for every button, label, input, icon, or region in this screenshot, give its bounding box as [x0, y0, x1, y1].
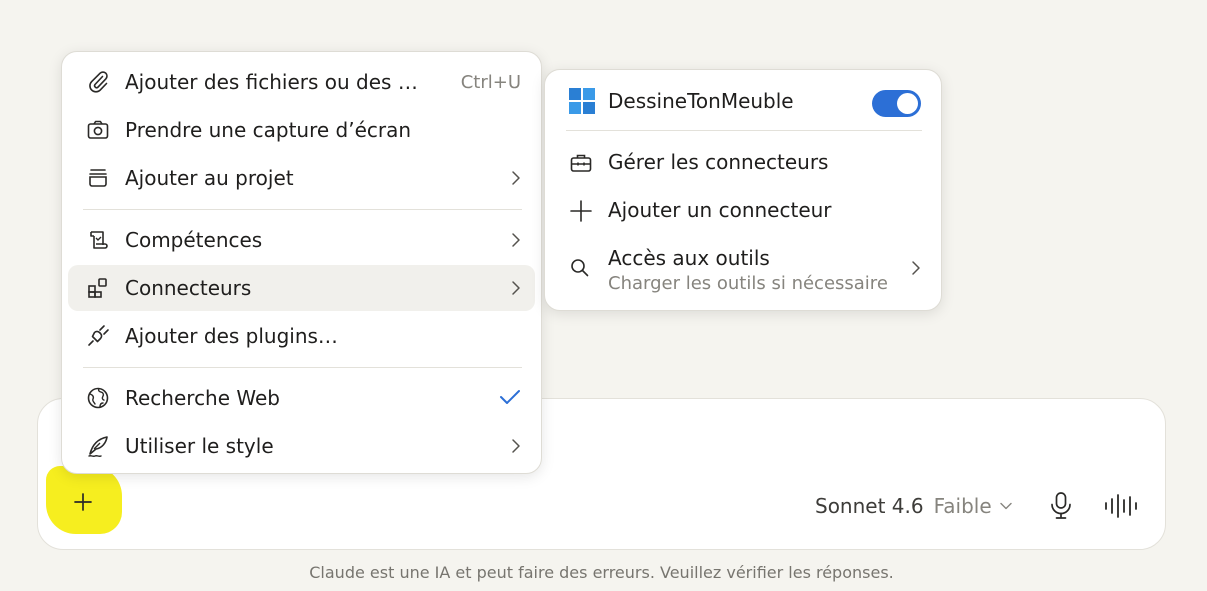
checkmark-icon: [499, 388, 521, 410]
chevron-right-icon: [511, 438, 521, 458]
model-selector[interactable]: Sonnet 4.6 Faible: [815, 490, 1012, 522]
chevron-down-icon: [999, 502, 1012, 510]
chevron-right-icon: [511, 232, 521, 252]
menu-item-label: Recherche Web: [125, 386, 280, 410]
menu-item-add-plugins[interactable]: Ajouter des plugins…: [68, 313, 535, 359]
menu-item-add-files[interactable]: Ajouter des fichiers ou des … Ctrl+U: [68, 59, 535, 105]
chevron-right-icon: [511, 280, 521, 300]
chevron-right-icon: [511, 170, 521, 190]
connectors-submenu: DessineTonMeuble Gérer les connecteurs A…: [544, 69, 942, 311]
chevron-right-icon: [911, 260, 921, 280]
project-box-icon: [86, 166, 110, 190]
menu-divider: [566, 130, 922, 131]
keyboard-shortcut: Ctrl+U: [460, 72, 521, 93]
scroll-icon: [86, 228, 110, 252]
model-name: Sonnet 4.6: [815, 494, 924, 518]
menu-item-label: Ajouter au projet: [125, 166, 294, 190]
connectors-grid-icon: [86, 276, 110, 300]
menu-item-connectors[interactable]: Connecteurs: [68, 265, 535, 311]
disclaimer-text: Claude est une IA et peut faire des erre…: [309, 563, 894, 582]
plus-icon: [569, 199, 593, 223]
menu-item-screenshot[interactable]: Prendre une capture d’écran: [68, 107, 535, 153]
menu-divider: [83, 367, 522, 368]
menu-item-label: Utiliser le style: [125, 434, 274, 458]
plus-icon: [73, 492, 93, 516]
voice-mode-icon[interactable]: [1103, 493, 1139, 523]
microphone-icon[interactable]: [1048, 491, 1074, 525]
menu-divider: [83, 209, 522, 210]
menu-item-skills[interactable]: Compétences: [68, 217, 535, 263]
attachment-menu: Ajouter des fichiers ou des … Ctrl+U Pre…: [61, 51, 542, 474]
menu-item-add-to-project[interactable]: Ajouter au projet: [68, 155, 535, 201]
menu-item-web-search[interactable]: Recherche Web: [68, 375, 535, 421]
globe-icon: [86, 386, 110, 410]
menu-item-label: Gérer les connecteurs: [608, 150, 829, 174]
menu-item-manage-connectors[interactable]: Gérer les connecteurs: [551, 139, 935, 185]
search-icon: [569, 257, 593, 281]
connector-toggle[interactable]: [872, 90, 921, 117]
menu-item-label: Prendre une capture d’écran: [125, 118, 412, 142]
menu-item-use-style[interactable]: Utiliser le style: [68, 423, 535, 469]
paperclip-icon: [86, 70, 110, 94]
menu-item-sublabel: Charger les outils si nécessaire: [608, 273, 888, 294]
plug-icon: [86, 324, 110, 348]
model-effort: Faible: [933, 494, 992, 518]
toggle-knob: [897, 93, 918, 114]
menu-item-label: Ajouter des plugins…: [125, 324, 338, 348]
connector-name: DessineTonMeuble: [608, 89, 794, 113]
toolbox-icon: [569, 151, 593, 175]
menu-item-label: Ajouter des fichiers ou des …: [125, 70, 418, 94]
connector-item[interactable]: DessineTonMeuble: [551, 78, 935, 124]
quill-pen-icon: [86, 434, 110, 458]
windows-logo-icon: [569, 88, 595, 114]
menu-item-label: Connecteurs: [125, 276, 252, 300]
menu-item-label: Compétences: [125, 228, 263, 252]
camera-icon: [86, 118, 110, 142]
add-content-button[interactable]: [57, 484, 109, 524]
menu-item-label: Accès aux outils: [608, 246, 770, 270]
menu-item-tool-access[interactable]: Accès aux outils Charger les outils si n…: [551, 235, 935, 299]
menu-item-label: Ajouter un connecteur: [608, 198, 832, 222]
menu-item-add-connector[interactable]: Ajouter un connecteur: [551, 187, 935, 233]
